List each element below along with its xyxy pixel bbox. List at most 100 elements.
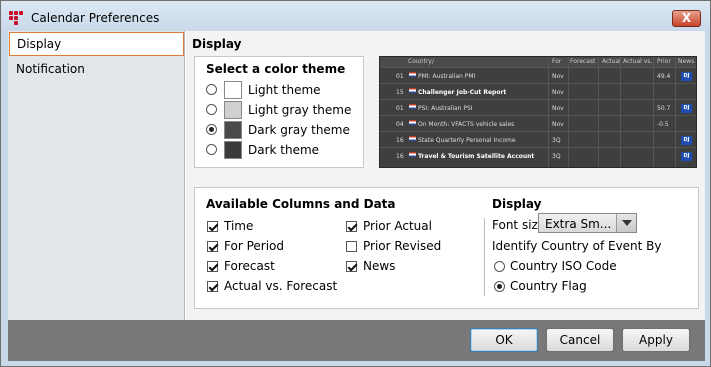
preview-divider (548, 57, 549, 167)
flag-icon (409, 136, 416, 141)
preview-prior: 50.7 (657, 105, 671, 112)
actual-vs-forecast-checkbox[interactable] (207, 281, 218, 292)
prior-actual-label[interactable]: Prior Actual (363, 219, 432, 233)
title-bar: Calendar Preferences X (1, 1, 710, 33)
preview-prior: -0.5 (657, 121, 669, 128)
theme-dark-gray-swatch (224, 121, 242, 139)
preview-for: Nov (552, 121, 564, 128)
close-button[interactable]: X (672, 10, 701, 27)
preview-row: 01 PMI: Australian PMI Nov 49.4 DJ (380, 67, 696, 83)
time-checkbox[interactable] (207, 221, 218, 232)
news-dj-icon: DJ (681, 72, 692, 81)
prior-actual-checkbox[interactable] (346, 221, 357, 232)
news-checkbox[interactable] (346, 261, 357, 272)
preview-divider (620, 57, 621, 167)
flag-icon (409, 152, 416, 157)
display-panel: Display Select a color theme Light theme… (186, 31, 705, 320)
preview-col-country: Country/ (408, 58, 434, 65)
group-divider (484, 218, 485, 296)
preferences-window: Calendar Preferences X Display Notificat… (0, 0, 711, 367)
actual-vs-forecast-label[interactable]: Actual vs. Forecast (224, 279, 337, 293)
preview-time: 01 (396, 105, 404, 112)
preview-row: 15 Challenger Job-Cut Report Nov (380, 83, 696, 99)
preview-header: Country/ For Forecast Actual Actual vs. … (380, 57, 696, 67)
forecast-label[interactable]: Forecast (224, 259, 275, 273)
news-dj-icon: DJ (681, 104, 692, 113)
theme-light-radio[interactable] (206, 84, 217, 95)
theme-dark-gray-radio[interactable] (206, 124, 217, 135)
theme-preview: Country/ For Forecast Actual Actual vs. … (379, 56, 697, 168)
for-period-checkbox[interactable] (207, 241, 218, 252)
sidebar-item-notification[interactable]: Notification (9, 58, 184, 82)
font-size-select[interactable]: Extra Sm... (538, 213, 637, 233)
preview-for: 3Q (552, 137, 561, 144)
preview-time: 04 (396, 121, 404, 128)
theme-light-gray-swatch (224, 101, 242, 119)
country-flag-label[interactable]: Country Flag (510, 279, 587, 293)
app-icon (9, 11, 23, 25)
preview-for: Nov (552, 105, 564, 112)
preview-for: Nov (552, 73, 564, 80)
preview-divider (598, 57, 599, 167)
news-dj-icon: DJ (681, 136, 692, 145)
for-period-label[interactable]: For Period (224, 239, 284, 253)
ok-button[interactable]: OK (470, 328, 538, 352)
theme-group-title: Select a color theme (206, 62, 346, 76)
country-flag-radio[interactable] (494, 281, 505, 292)
panel-title: Display (192, 37, 242, 51)
theme-light-gray-label[interactable]: Light gray theme (248, 103, 351, 117)
preview-event: PSI: Australian PSI (418, 105, 473, 112)
time-label[interactable]: Time (224, 219, 253, 233)
preview-row: 04 On Month: VFACTS vehicle sales Nov -0… (380, 115, 696, 131)
display-subgroup-title: Display (492, 197, 542, 211)
country-iso-label[interactable]: Country ISO Code (510, 259, 617, 273)
preview-divider (675, 57, 676, 167)
preview-prior: 49.4 (657, 73, 671, 80)
prior-revised-label[interactable]: Prior Revised (363, 239, 441, 253)
preview-divider (568, 57, 569, 167)
flag-icon (409, 120, 416, 125)
preview-time: 15 (396, 89, 404, 96)
preview-divider (653, 57, 654, 167)
cancel-button[interactable]: Cancel (546, 328, 614, 352)
theme-light-gray-radio[interactable] (206, 104, 217, 115)
chevron-down-icon[interactable] (616, 214, 636, 232)
preview-col-actual-vs: Actual vs. (623, 58, 653, 65)
font-size-value: Extra Sm... (545, 217, 612, 231)
dialog-body: Display Notification Display Select a co… (8, 31, 705, 320)
preview-col-actual: Actual (602, 58, 621, 65)
prior-revised-checkbox[interactable] (346, 241, 357, 252)
theme-light-label[interactable]: Light theme (248, 83, 321, 97)
flag-icon (409, 88, 416, 93)
button-bar: OK Cancel Apply (8, 320, 705, 361)
preview-for: Nov (552, 89, 564, 96)
preview-col-news: News (678, 58, 695, 65)
apply-button[interactable]: Apply (622, 328, 690, 352)
preview-event: State Quarterly Personal Income (418, 137, 516, 144)
theme-dark-gray-label[interactable]: Dark gray theme (248, 123, 350, 137)
theme-dark-swatch (224, 141, 242, 159)
preview-col-prior: Prior (657, 58, 671, 65)
theme-group: Select a color theme Light theme Light g… (194, 56, 364, 168)
sidebar-item-display[interactable]: Display (9, 32, 184, 56)
sidebar: Display Notification (8, 31, 185, 320)
preview-time: 16 (396, 137, 404, 144)
preview-time: 01 (396, 73, 404, 80)
window-title: Calendar Preferences (31, 11, 160, 25)
columns-group: Available Columns and Data Time For Peri… (194, 187, 699, 309)
preview-event: Travel & Tourism Satellite Account (418, 153, 535, 160)
preview-col-forecast: Forecast (570, 58, 596, 65)
theme-dark-label[interactable]: Dark theme (248, 143, 319, 157)
preview-col-for: For (552, 58, 562, 65)
theme-light-swatch (224, 81, 242, 99)
news-label[interactable]: News (363, 259, 395, 273)
theme-dark-radio[interactable] (206, 144, 217, 155)
columns-group-title: Available Columns and Data (206, 197, 396, 211)
preview-row: 16 Travel & Tourism Satellite Account 3Q… (380, 147, 696, 163)
preview-event: Challenger Job-Cut Report (418, 89, 507, 96)
preview-row: 16 State Quarterly Personal Income 3Q DJ (380, 131, 696, 147)
flag-icon (409, 72, 416, 77)
flag-icon (409, 104, 416, 109)
forecast-checkbox[interactable] (207, 261, 218, 272)
country-iso-radio[interactable] (494, 261, 505, 272)
